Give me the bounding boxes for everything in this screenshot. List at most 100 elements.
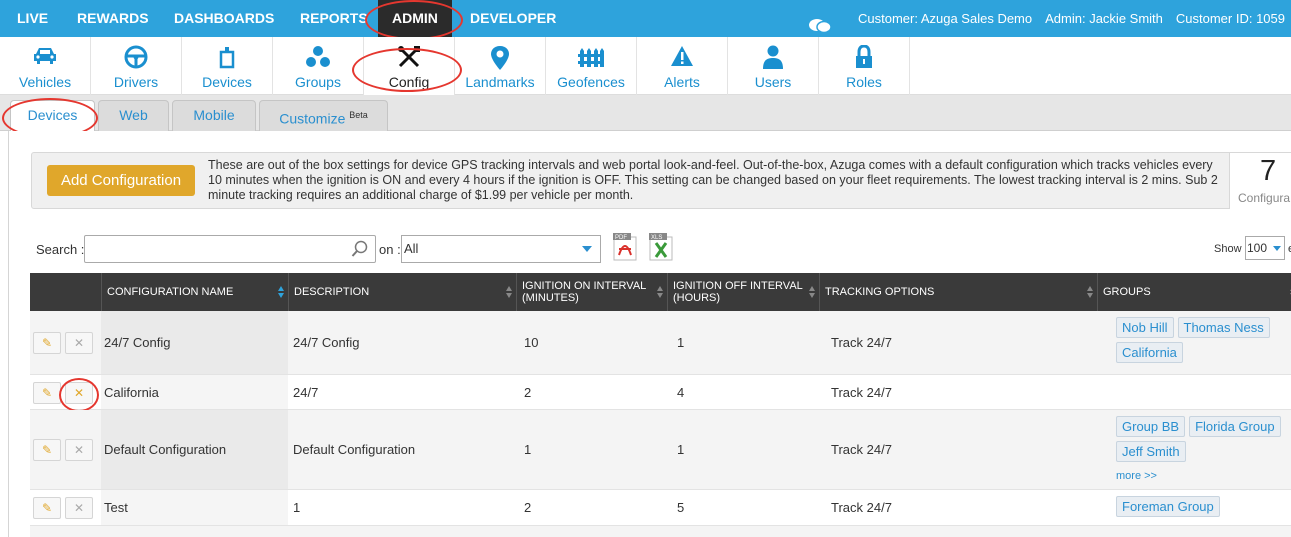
header-configuration-name[interactable]: CONFIGURATION NAME bbox=[101, 273, 288, 311]
tab-customize[interactable]: Customize Beta bbox=[259, 100, 388, 131]
nav-developer[interactable]: DEVELOPER bbox=[470, 0, 556, 37]
pdf-export-icon[interactable]: PDF bbox=[613, 233, 639, 266]
search-field-value: All bbox=[404, 241, 419, 256]
header-ignition-on[interactable]: IGNITION ON INTERVAL (MINUTES) bbox=[516, 273, 667, 311]
tab-devices[interactable]: Devices bbox=[10, 100, 95, 132]
nav-live[interactable]: LIVE bbox=[17, 0, 48, 37]
account-info: Customer: Azuga Sales Demo Admin: Jackie… bbox=[808, 0, 1285, 37]
iconbar-users[interactable]: Users bbox=[728, 37, 819, 95]
group-tag[interactable]: Nob Hill bbox=[1116, 317, 1174, 338]
delete-button[interactable]: ✕ bbox=[65, 497, 93, 519]
delete-button[interactable]: ✕ bbox=[65, 332, 93, 354]
iconbar-alerts[interactable]: Alerts bbox=[637, 37, 728, 95]
header-ignition-off[interactable]: IGNITION OFF INTERVAL (HOURS) bbox=[667, 273, 819, 311]
config-name: Default Configuration bbox=[101, 410, 288, 489]
groups-cell: Foreman Group bbox=[1112, 490, 1291, 525]
edit-button[interactable]: ✎ bbox=[33, 439, 61, 461]
group-tag[interactable]: California bbox=[1116, 342, 1183, 363]
ignition-off-interval: 1 bbox=[677, 442, 685, 457]
info-text: These are out of the box settings for de… bbox=[208, 158, 1218, 202]
header-label: TRACKING OPTIONS bbox=[825, 286, 935, 298]
sort-icon bbox=[657, 286, 663, 298]
group-tag[interactable]: Thomas Ness bbox=[1177, 317, 1270, 338]
config-description: 24/7 Config bbox=[293, 335, 360, 350]
nav-rewards[interactable]: REWARDS bbox=[77, 0, 149, 37]
iconbar-label: Vehicles bbox=[18, 74, 72, 90]
chevron-down-icon bbox=[1273, 246, 1281, 251]
table-header: CONFIGURATION NAME DESCRIPTION IGNITION … bbox=[30, 273, 1291, 311]
group-tag[interactable]: Group BB bbox=[1116, 416, 1186, 437]
ignition-on-interval: 1 bbox=[524, 442, 532, 457]
page-size-value: 100 bbox=[1247, 241, 1268, 255]
edit-button[interactable]: ✎ bbox=[33, 382, 61, 404]
group-tag[interactable]: Foreman Group bbox=[1116, 496, 1220, 517]
ignition-on-interval: 2 bbox=[524, 384, 532, 400]
iconbar-config[interactable]: Config bbox=[364, 37, 455, 95]
table-row: ✎ ✕ 24/7 Config 24/7 Config 10 1 Track 2… bbox=[30, 311, 1291, 375]
header-groups[interactable]: GROUPS bbox=[1097, 273, 1291, 311]
table-row: ✎ ✕ Test 1 2 5 Track 24/7 Foreman Group bbox=[30, 490, 1291, 526]
search-icon[interactable] bbox=[351, 240, 369, 258]
iconbar-devices[interactable]: Devices bbox=[182, 37, 273, 95]
header-label: GROUPS bbox=[1103, 286, 1151, 298]
xls-export-icon[interactable]: XLS bbox=[649, 233, 675, 266]
configuration-count-label: Configura bbox=[1238, 191, 1291, 205]
groups-cell: Nob Hill Thomas Ness California bbox=[1112, 311, 1291, 374]
header-label: DESCRIPTION bbox=[294, 286, 370, 298]
iconbar-label: Groups bbox=[295, 74, 341, 90]
more-groups-link[interactable]: more >> bbox=[1116, 470, 1157, 482]
search-input[interactable] bbox=[84, 235, 376, 263]
edit-button[interactable]: ✎ bbox=[33, 332, 61, 354]
config-subtabs: Devices Web Mobile Customize Beta bbox=[0, 95, 1291, 132]
show-label: Show bbox=[1214, 243, 1242, 255]
chat-icon[interactable] bbox=[808, 11, 832, 33]
sort-icon bbox=[278, 286, 284, 298]
tracking-option: Track 24/7 bbox=[831, 500, 892, 515]
iconbar-drivers[interactable]: Drivers bbox=[91, 37, 182, 95]
admin-icon-bar: Vehicles Drivers Devices Groups Config L… bbox=[0, 37, 1291, 95]
iconbar-label: Users bbox=[754, 74, 792, 90]
page-size-select[interactable]: 100 bbox=[1245, 236, 1285, 260]
nav-dashboards[interactable]: DASHBOARDS bbox=[174, 0, 274, 37]
iconbar-label: Drivers bbox=[113, 74, 159, 90]
group-tag[interactable]: Florida Group bbox=[1189, 416, 1281, 437]
config-description: 1 bbox=[293, 500, 301, 515]
search-label: Search : bbox=[36, 242, 85, 257]
groups-icon bbox=[306, 46, 330, 67]
iconbar-groups[interactable]: Groups bbox=[273, 37, 364, 95]
sort-icon bbox=[506, 286, 512, 298]
header-description[interactable]: DESCRIPTION bbox=[288, 273, 516, 311]
nav-reports[interactable]: REPORTS bbox=[300, 0, 368, 37]
iconbar-geofences[interactable]: Geofences bbox=[546, 37, 637, 95]
tab-mobile[interactable]: Mobile bbox=[172, 100, 256, 131]
wrench-screwdriver-icon bbox=[398, 46, 420, 68]
tracking-option: Track 24/7 bbox=[831, 442, 892, 457]
iconbar-vehicles[interactable]: Vehicles bbox=[0, 37, 91, 95]
admin-name: Admin: Jackie Smith bbox=[1045, 11, 1163, 26]
customer-id: Customer ID: 1059 bbox=[1175, 11, 1285, 26]
groups-cell: Group BB Florida Group Jeff Smith more >> bbox=[1112, 410, 1291, 489]
tab-web[interactable]: Web bbox=[98, 100, 169, 131]
edit-button[interactable]: ✎ bbox=[33, 497, 61, 519]
header-tracking-options[interactable]: TRACKING OPTIONS bbox=[819, 273, 1097, 311]
add-configuration-button[interactable]: Add Configuration bbox=[47, 165, 195, 196]
ignition-on-interval: 10 bbox=[524, 335, 539, 350]
delete-button[interactable]: ✕ bbox=[65, 439, 93, 461]
iconbar-label: Roles bbox=[846, 74, 882, 90]
configuration-count-box: 7 Configura bbox=[1229, 153, 1291, 209]
iconbar-roles[interactable]: Roles bbox=[819, 37, 910, 95]
nav-admin[interactable]: ADMIN bbox=[378, 0, 452, 37]
search-field-select[interactable]: All bbox=[401, 235, 601, 263]
delete-button[interactable]: ✕ bbox=[65, 382, 93, 404]
iconbar-landmarks[interactable]: Landmarks bbox=[455, 37, 546, 95]
svg-text:PDF: PDF bbox=[615, 235, 627, 241]
group-tag[interactable]: Jeff Smith bbox=[1116, 441, 1186, 462]
table-row: ✎ ✕ Default Configuration Default Config… bbox=[30, 410, 1291, 490]
table-row: ✎ ✕ California 24/7 2 4 Track 24/7 bbox=[30, 375, 1291, 410]
top-nav: LIVE REWARDS DASHBOARDS REPORTS ADMIN DE… bbox=[0, 0, 1291, 37]
header-label: IGNITION ON INTERVAL (MINUTES) bbox=[522, 280, 646, 304]
tracking-option: Track 24/7 bbox=[831, 335, 892, 350]
customer-name: Customer: Azuga Sales Demo bbox=[857, 11, 1033, 26]
header-label: CONFIGURATION NAME bbox=[107, 286, 234, 298]
tracking-option: Track 24/7 bbox=[831, 384, 892, 400]
